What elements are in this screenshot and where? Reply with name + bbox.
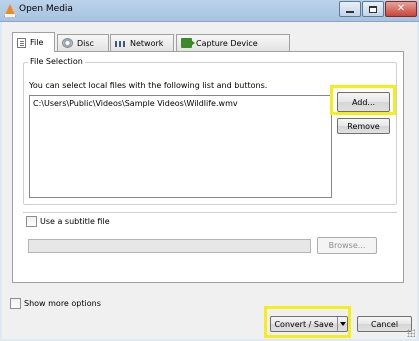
capture-device-icon xyxy=(181,38,195,48)
minimize-button[interactable] xyxy=(339,1,361,17)
file-selection-group: File Selection You can select local file… xyxy=(23,57,397,205)
subtitle-section: Use a subtitle file Browse... xyxy=(23,212,397,264)
cancel-button[interactable]: Cancel xyxy=(357,316,412,332)
minimize-icon xyxy=(346,10,354,13)
tab-network[interactable]: Network xyxy=(110,34,174,51)
use-subtitle-checkbox[interactable] xyxy=(26,216,37,227)
file-list[interactable]: C:\Users\Public\Videos\Sample Videos\Wil… xyxy=(29,95,332,198)
list-item[interactable]: C:\Users\Public\Videos\Sample Videos\Wil… xyxy=(33,99,238,108)
convert-save-highlight xyxy=(264,306,351,338)
tab-disc-label: Disc xyxy=(77,38,94,48)
show-more-options-checkbox[interactable] xyxy=(10,298,21,309)
disc-icon xyxy=(62,38,73,48)
open-media-dialog: Open Media ✕ File Disc Network Capture D… xyxy=(0,0,419,341)
close-icon: ✕ xyxy=(396,3,406,14)
remove-button[interactable]: Remove xyxy=(337,118,390,134)
add-button-highlight xyxy=(330,85,396,115)
browse-button: Browse... xyxy=(317,237,377,254)
maximize-icon xyxy=(369,5,377,13)
show-more-options-label[interactable]: Show more options xyxy=(24,299,101,308)
tab-file[interactable]: File xyxy=(12,32,55,52)
dialog-body: File Disc Network Capture Device File Se… xyxy=(2,22,417,339)
close-button[interactable]: ✕ xyxy=(385,1,417,17)
network-icon xyxy=(115,41,126,47)
window-title: Open Media xyxy=(19,4,73,14)
subtitle-path-field xyxy=(28,239,311,253)
use-subtitle-label[interactable]: Use a subtitle file xyxy=(40,217,110,226)
tab-network-label: Network xyxy=(130,38,164,48)
title-bar[interactable]: Open Media ✕ xyxy=(0,0,419,22)
tab-file-label: File xyxy=(30,38,44,47)
file-selection-legend: File Selection xyxy=(28,57,85,66)
resize-grip-icon[interactable] xyxy=(407,329,415,337)
maximize-button[interactable] xyxy=(362,1,384,17)
vlc-cone-icon xyxy=(4,4,16,17)
tab-capture-device-label: Capture Device xyxy=(196,38,258,48)
file-icon xyxy=(17,37,26,48)
tab-capture-device[interactable]: Capture Device xyxy=(176,34,290,51)
tab-disc[interactable]: Disc xyxy=(57,34,109,51)
file-selection-description: You can select local files with the foll… xyxy=(29,81,268,90)
